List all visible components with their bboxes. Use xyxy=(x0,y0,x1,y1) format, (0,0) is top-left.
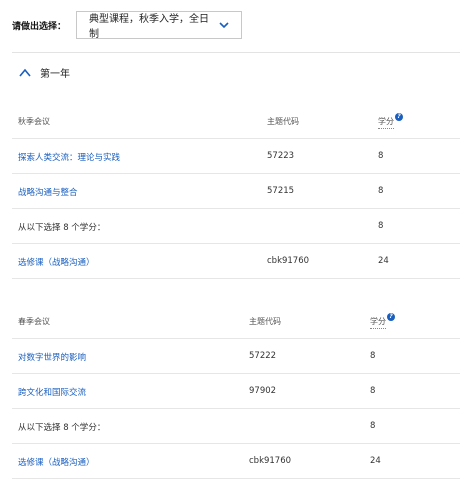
table-row: 战略沟通与整合 57215 8 xyxy=(12,173,460,208)
table-header: 春季会议 主题代码 学分? xyxy=(12,304,460,338)
year-accordion-toggle[interactable]: 第一年 xyxy=(18,63,70,81)
code-header: 主题代码 xyxy=(267,117,299,126)
help-icon[interactable]: ? xyxy=(387,313,395,321)
credit-header[interactable]: 学分? xyxy=(370,313,395,329)
subject-link[interactable]: 探索人类交流：理论与实践 xyxy=(18,151,120,163)
table-row: 从以下选择 8 个学分： 8 xyxy=(12,208,460,243)
subject-link[interactable]: 跨文化和国际交流 xyxy=(18,386,86,398)
subject-credits: 24 xyxy=(370,456,381,466)
subject-credits: 8 xyxy=(370,386,376,396)
subject-code: 97902 xyxy=(249,386,277,396)
table-row: 从以下选择 8 个学分： 8 xyxy=(12,408,460,443)
subject-credits: 8 xyxy=(378,151,384,161)
selector-label: 请做出选择： xyxy=(12,21,67,32)
chevron-down-icon xyxy=(217,18,231,32)
table-row: 选修课（战略沟通） cbk91760 24 xyxy=(12,443,460,479)
subject-code: 57222 xyxy=(249,351,277,361)
chevron-up-icon xyxy=(18,65,32,79)
semester-table-spring: 春季会议 主题代码 学分? 对数字世界的影响 57222 8 跨文化和国际交流 … xyxy=(12,304,460,479)
credit-header[interactable]: 学分? xyxy=(378,113,403,129)
divider xyxy=(12,52,460,53)
year-title: 第一年 xyxy=(40,68,70,80)
subject-link[interactable]: 对数字世界的影响 xyxy=(18,351,86,363)
code-header: 主题代码 xyxy=(249,317,281,326)
subject-credits: 24 xyxy=(378,256,389,266)
select-value: 典型课程，秋季入学，全日制 xyxy=(89,14,210,40)
subject-credits: 8 xyxy=(370,421,376,431)
semester-name: 秋季会议 xyxy=(18,117,50,126)
subject-code: 57223 xyxy=(267,151,295,161)
subject-credits: 8 xyxy=(378,186,384,196)
subject-code: cbk91760 xyxy=(267,256,310,266)
table-row: 探索人类交流：理论与实践 57223 8 xyxy=(12,138,460,173)
semester-name: 春季会议 xyxy=(18,317,50,326)
course-type-select[interactable]: 典型课程，秋季入学，全日制 xyxy=(76,11,243,40)
choice-label: 从以下选择 8 个学分： xyxy=(18,223,106,233)
table-row: 对数字世界的影响 57222 8 xyxy=(12,338,460,373)
subject-credits: 8 xyxy=(378,221,384,231)
subject-link[interactable]: 选修课（战略沟通） xyxy=(18,256,95,268)
course-selector-row: 请做出选择： 典型课程，秋季入学，全日制 xyxy=(12,10,243,40)
subject-code: 57215 xyxy=(267,186,295,196)
choice-label: 从以下选择 8 个学分： xyxy=(18,423,106,433)
subject-link[interactable]: 选修课（战略沟通） xyxy=(18,456,95,468)
subject-code: cbk91760 xyxy=(249,456,292,466)
help-icon[interactable]: ? xyxy=(395,113,403,121)
semester-table-autumn: 秋季会议 主题代码 学分? 探索人类交流：理论与实践 57223 8 战略沟通与… xyxy=(12,104,460,279)
subject-credits: 8 xyxy=(370,351,376,361)
subject-link[interactable]: 战略沟通与整合 xyxy=(18,186,78,198)
table-header: 秋季会议 主题代码 学分? xyxy=(12,104,460,138)
table-row: 选修课（战略沟通） cbk91760 24 xyxy=(12,243,460,279)
table-row: 跨文化和国际交流 97902 8 xyxy=(12,373,460,408)
